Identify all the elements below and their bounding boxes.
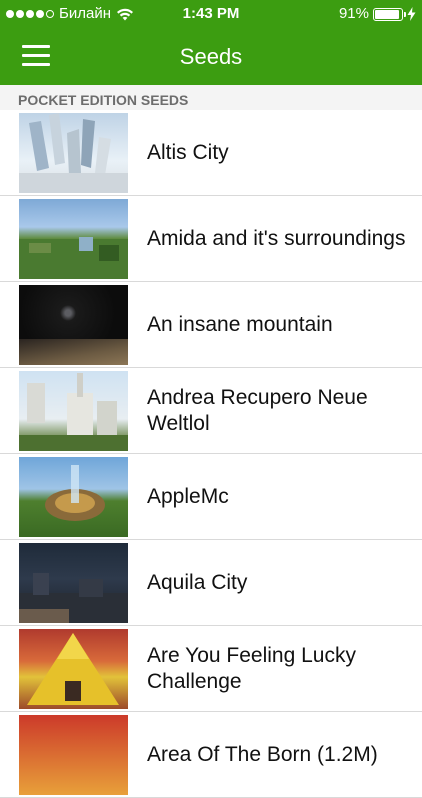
seed-row-feeling-lucky[interactable]: Are You Feeling Lucky Challenge [0, 626, 422, 712]
seed-label: Andrea Recupero Neue Weltlol [147, 385, 368, 435]
status-bar: Билайн 1:43 PM 91% [0, 0, 422, 28]
battery-fill [375, 9, 399, 19]
building-thumbnail-image [19, 373, 128, 451]
seed-thumbnail [19, 629, 128, 709]
page-title: Seeds [179, 44, 243, 69]
arena-thumbnail-image [45, 465, 105, 521]
seed-row-altis-city[interactable]: Altis City [0, 110, 422, 196]
navigation-bar: Seeds [0, 28, 422, 85]
seed-thumbnail [19, 285, 128, 365]
seed-thumbnail [19, 457, 128, 537]
seed-label: Altis City [147, 140, 229, 164]
seed-thumbnail [19, 715, 128, 795]
seed-label: Amida and it's surroundings [147, 226, 406, 250]
battery-percent: 91% [338, 5, 369, 22]
section-header: POCKET EDITION SEEDS [0, 85, 422, 110]
seed-row-aquila-city[interactable]: Aquila City [0, 540, 422, 626]
battery-cap [403, 11, 406, 17]
seed-row-area-of-the-born[interactable]: Area Of The Born (1.2M) [0, 712, 422, 798]
seed-label: Area Of The Born (1.2M) [147, 742, 378, 766]
seed-thumbnail [19, 371, 128, 451]
seed-row-insane-mountain[interactable]: An insane mountain [0, 282, 422, 368]
seed-label: An insane mountain [147, 312, 333, 336]
landscape-thumbnail-image [19, 237, 128, 279]
seed-thumbnail [19, 199, 128, 279]
seed-label: Aquila City [147, 570, 248, 594]
seed-label: AppleMc [147, 484, 229, 508]
seed-thumbnail [19, 113, 128, 193]
seed-label: Are You Feeling Lucky Challenge [147, 643, 356, 693]
status-right: 91% [339, 0, 416, 28]
night-city-thumbnail-image [19, 573, 128, 623]
battery-icon [373, 7, 406, 21]
seed-row-applemc[interactable]: AppleMc [0, 454, 422, 540]
pyramid-thumbnail-image [27, 633, 119, 705]
seed-row-amida[interactable]: Amida and it's surroundings [0, 196, 422, 282]
charging-bolt-icon [407, 7, 416, 21]
city-thumbnail-image [19, 113, 128, 193]
seed-list: Altis City Amida and it's surroundings A… [0, 110, 422, 798]
app-header: Билайн 1:43 PM 91% Seeds [0, 0, 422, 85]
seed-row-andrea-recupero[interactable]: Andrea Recupero Neue Weltlol [0, 368, 422, 454]
seed-thumbnail [19, 543, 128, 623]
